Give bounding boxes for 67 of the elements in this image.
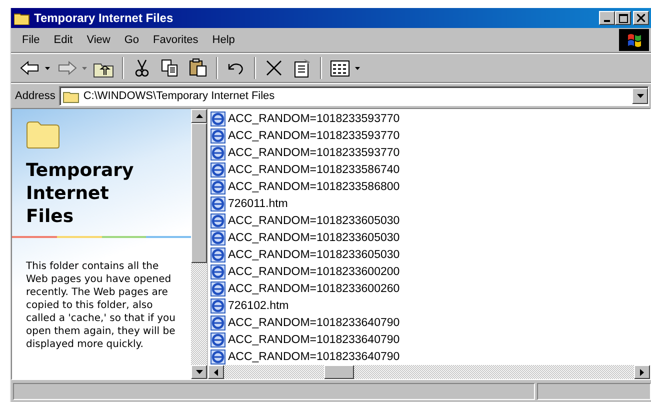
list-row[interactable]: 726011.htm <box>210 196 288 213</box>
web-page-icon <box>210 230 226 246</box>
forward-arrow-icon <box>56 58 78 78</box>
close-button[interactable] <box>633 11 649 25</box>
web-page-icon <box>210 246 226 263</box>
info-title: Temporary Internet Files <box>26 159 135 228</box>
web-page-icon <box>210 332 226 348</box>
list-row[interactable]: 726102.htm <box>210 297 289 314</box>
list-row[interactable]: ACC_RANDOM=1018233605030 <box>210 230 400 246</box>
scroll-thumb[interactable] <box>191 123 207 263</box>
caret-icon <box>355 66 360 70</box>
window-title: Temporary Internet Files <box>34 11 174 25</box>
web-page-icon <box>210 213 226 230</box>
caret-icon <box>82 66 87 70</box>
maximize-button[interactable] <box>615 11 631 25</box>
up-arrow-icon <box>196 114 202 118</box>
left-arrow-icon <box>214 368 218 376</box>
web-page-icon <box>210 348 226 365</box>
web-page-icon <box>210 314 226 331</box>
list-row[interactable]: ACC_RANDOM=1018233593770 <box>210 144 400 162</box>
list-row[interactable]: ACC_RANDOM=1018233600260 <box>210 280 400 298</box>
folder-icon <box>14 12 30 24</box>
down-arrow-icon <box>196 370 202 374</box>
folder-icon <box>26 121 60 149</box>
caret-icon <box>636 94 644 98</box>
info-description: This folder contains all the Web pages you have opened recently. The Web pages are copied to this folder, also called a 'cache,' so that if you open them again, they will be displayed more quickly. <box>26 260 176 351</box>
menu-item[interactable]: File <box>15 34 47 46</box>
web-page-icon <box>210 179 226 196</box>
web-page-icon <box>210 264 226 280</box>
list-row[interactable]: ACC_RANDOM=1018233593770 <box>210 111 400 128</box>
list-row[interactable]: ACC_RANDOM=1018233640790 <box>210 314 400 332</box>
menu-item[interactable]: View <box>80 34 118 46</box>
web-page-icon <box>210 162 226 178</box>
web-page-icon <box>210 280 226 297</box>
list-row[interactable]: ACC_RANDOM=1018233600200 <box>210 263 400 280</box>
right-arrow-icon <box>640 368 644 376</box>
vertical-scrollbar[interactable] <box>191 109 207 379</box>
dropdown-button[interactable] <box>632 88 648 104</box>
maximize-icon <box>618 14 628 22</box>
close-icon <box>637 14 645 22</box>
address-label: Address <box>15 90 56 102</box>
horizontal-scrollbar[interactable] <box>208 365 650 379</box>
list-row[interactable]: ACC_RANDOM=1018233605030 <box>210 212 400 230</box>
folder-icon <box>63 90 80 102</box>
list-row[interactable]: ACC_RANDOM=1018233586740 <box>210 162 400 179</box>
web-page-icon <box>210 298 226 314</box>
web-page-icon <box>210 145 226 162</box>
caret-icon <box>45 66 50 70</box>
address-field[interactable]: C:\WINDOWS\Temporary Internet Files <box>59 86 649 106</box>
menu-item[interactable]: Favorites <box>146 34 206 46</box>
windows-logo-icon <box>619 29 649 51</box>
list-row[interactable]: ACC_RANDOM=1018233640790 <box>210 348 400 365</box>
web-page-icon <box>210 196 226 212</box>
list-row[interactable]: ACC_RANDOM=1018233586800 <box>210 178 400 196</box>
menu-item[interactable]: Go <box>117 34 146 46</box>
menu-item[interactable]: Help <box>205 34 242 46</box>
list-row[interactable]: ACC_RANDOM=1018233640790 <box>210 331 400 348</box>
web-page-icon <box>210 111 226 128</box>
back-arrow-icon <box>19 58 41 78</box>
scroll-thumb[interactable] <box>324 365 354 379</box>
list-row[interactable]: ACC_RANDOM=1018233593770 <box>210 128 400 145</box>
minimize-button[interactable] <box>599 11 615 25</box>
web-page-icon <box>210 128 226 144</box>
views-icon <box>329 58 351 78</box>
paste-icon <box>187 58 209 78</box>
menu-item[interactable]: Edit <box>46 34 80 46</box>
list-row[interactable]: ACC_RANDOM=1018233605030 <box>210 246 400 264</box>
